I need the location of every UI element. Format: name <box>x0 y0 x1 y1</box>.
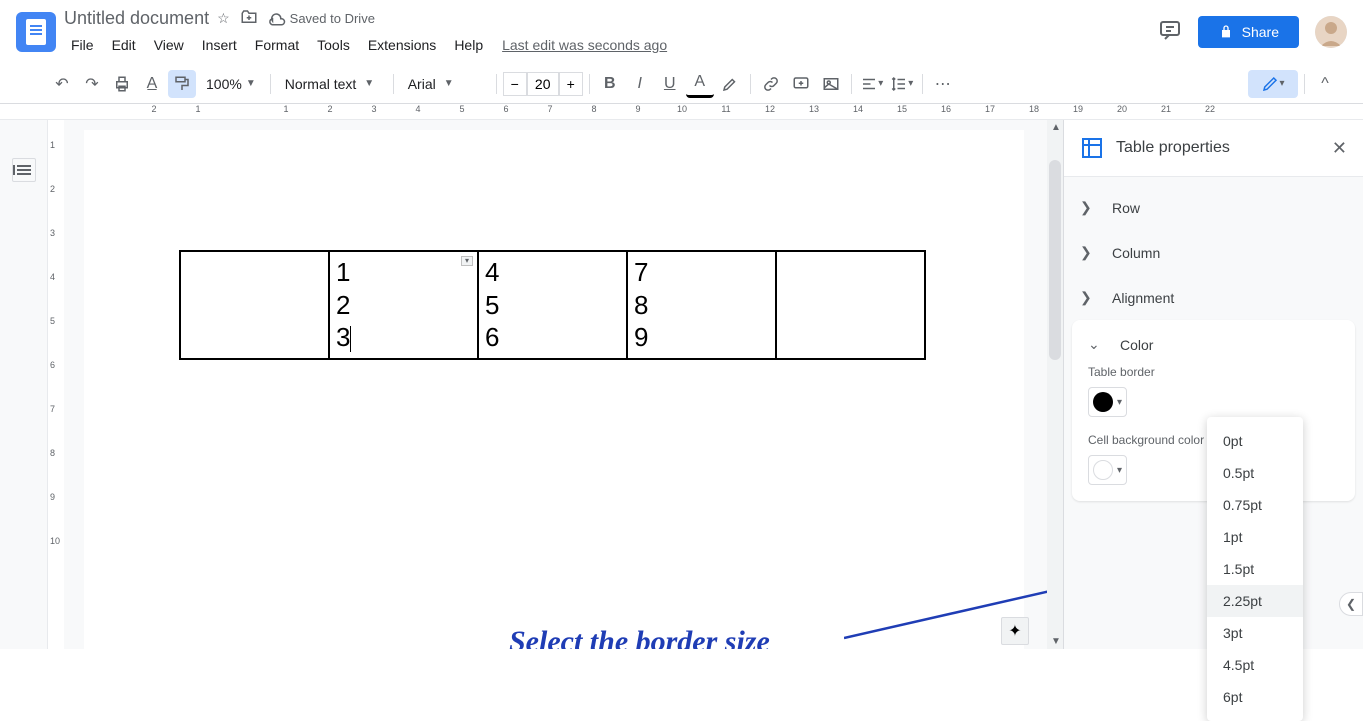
chevron-right-icon: ❯ <box>1080 289 1096 306</box>
section-column[interactable]: ❯Column <box>1064 230 1363 275</box>
text-color-button[interactable]: A <box>686 70 714 98</box>
redo-button[interactable]: ↷ <box>78 70 106 98</box>
vertical-ruler[interactable]: 12345678910 <box>48 120 64 649</box>
section-alignment[interactable]: ❯Alignment <box>1064 275 1363 320</box>
document-table[interactable]: ▾1 2 3 4 5 6 7 8 9 <box>179 250 926 360</box>
border-width-option[interactable]: 1.5pt <box>1207 553 1303 585</box>
table-cell[interactable]: ▾1 2 3 <box>329 251 478 359</box>
print-button[interactable] <box>108 70 136 98</box>
border-color-picker[interactable]: ▾ <box>1088 387 1127 417</box>
comments-icon[interactable] <box>1158 18 1182 47</box>
column-handle-icon[interactable]: ▾ <box>461 256 473 266</box>
section-color-header[interactable]: ⌄Color <box>1088 336 1339 365</box>
editing-mode-button[interactable]: ▾ <box>1248 70 1298 98</box>
table-properties-panel: Table properties ✕ ❯Row ❯Column ❯Alignme… <box>1063 120 1363 649</box>
menu-view[interactable]: View <box>147 33 191 57</box>
menu-help[interactable]: Help <box>447 33 490 57</box>
menu-insert[interactable]: Insert <box>195 33 244 57</box>
panel-title: Table properties <box>1116 139 1320 157</box>
app-header: Untitled document ☆ Saved to Drive File … <box>0 0 1363 64</box>
hide-menus-button[interactable]: ^ <box>1311 70 1339 98</box>
insert-link-button[interactable] <box>757 70 785 98</box>
scrollbar-thumb[interactable] <box>1049 160 1061 360</box>
italic-button[interactable]: I <box>626 70 654 98</box>
cell-bg-picker[interactable]: ▾ <box>1088 455 1127 485</box>
save-status: Saved to Drive <box>268 9 375 27</box>
font-size-increase[interactable]: + <box>559 72 583 96</box>
title-area: Untitled document ☆ Saved to Drive File … <box>64 8 1158 57</box>
outline-toggle[interactable] <box>12 158 36 182</box>
border-width-dropdown: 0pt0.5pt0.75pt1pt1.5pt2.25pt3pt4.5pt6pt <box>1207 417 1303 721</box>
table-cell[interactable] <box>180 251 329 359</box>
chevron-right-icon: ❯ <box>1080 199 1096 216</box>
document-title[interactable]: Untitled document <box>64 8 209 29</box>
close-panel-button[interactable]: ✕ <box>1332 138 1347 159</box>
table-cell[interactable]: 4 5 6 <box>478 251 627 359</box>
font-family-select[interactable]: Arial▼ <box>400 72 490 96</box>
chevron-down-icon: ⌄ <box>1088 336 1104 353</box>
section-row[interactable]: ❯Row <box>1064 185 1363 230</box>
menu-format[interactable]: Format <box>248 33 306 57</box>
bold-button[interactable]: B <box>596 70 624 98</box>
line-spacing-button[interactable]: ▾ <box>888 70 916 98</box>
highlight-button[interactable] <box>716 70 744 98</box>
spellcheck-button[interactable]: A̲ <box>138 70 166 98</box>
user-avatar[interactable] <box>1315 16 1347 48</box>
border-width-option[interactable]: 0.5pt <box>1207 457 1303 489</box>
align-button[interactable]: ▾ <box>858 70 886 98</box>
border-width-option[interactable]: 1pt <box>1207 521 1303 553</box>
insert-image-button[interactable] <box>817 70 845 98</box>
docs-logo[interactable] <box>16 12 56 52</box>
border-width-option[interactable]: 6pt <box>1207 681 1303 713</box>
zoom-select[interactable]: 100%▼ <box>198 72 264 96</box>
menubar: File Edit View Insert Format Tools Exten… <box>64 33 1158 57</box>
paint-format-button[interactable] <box>168 70 196 98</box>
table-border-label: Table border <box>1088 365 1339 379</box>
vertical-scrollbar[interactable]: ▲ ▼ <box>1047 120 1063 649</box>
border-width-option[interactable]: 4.5pt <box>1207 649 1303 681</box>
border-width-option[interactable]: 0.75pt <box>1207 489 1303 521</box>
share-button[interactable]: Share <box>1198 16 1299 48</box>
paragraph-style-select[interactable]: Normal text▼ <box>277 72 387 96</box>
left-gutter <box>0 120 48 649</box>
menu-extensions[interactable]: Extensions <box>361 33 443 57</box>
menu-edit[interactable]: Edit <box>105 33 143 57</box>
border-width-option[interactable]: 2.25pt <box>1207 585 1303 617</box>
table-icon <box>1080 136 1104 160</box>
font-size-input[interactable] <box>527 72 559 96</box>
table-cell[interactable]: 7 8 9 <box>627 251 776 359</box>
horizontal-ruler[interactable]: 2112345678910111213141516171819202122 <box>0 104 1363 120</box>
side-panel-toggle[interactable]: ❮ <box>1339 592 1363 616</box>
document-canvas[interactable]: ▾1 2 3 4 5 6 7 8 9 Select the border siz… <box>64 120 1047 649</box>
move-icon[interactable] <box>240 8 258 29</box>
star-icon[interactable]: ☆ <box>217 10 230 27</box>
last-edit-link[interactable]: Last edit was seconds ago <box>502 37 667 53</box>
annotation-text: Select the border size <box>509 625 770 649</box>
page: ▾1 2 3 4 5 6 7 8 9 Select the border siz… <box>84 130 1024 649</box>
undo-button[interactable]: ↶ <box>48 70 76 98</box>
font-size-decrease[interactable]: − <box>503 72 527 96</box>
toolbar: ↶ ↷ A̲ 100%▼ Normal text▼ Arial▼ − + B I… <box>0 64 1363 104</box>
chevron-right-icon: ❯ <box>1080 244 1096 261</box>
border-width-option[interactable]: 0pt <box>1207 425 1303 457</box>
underline-button[interactable]: U <box>656 70 684 98</box>
menu-tools[interactable]: Tools <box>310 33 357 57</box>
menu-file[interactable]: File <box>64 33 101 57</box>
add-comment-button[interactable] <box>787 70 815 98</box>
more-button[interactable]: ⋯ <box>929 70 957 98</box>
table-cell[interactable] <box>776 251 925 359</box>
border-width-option[interactable]: 3pt <box>1207 617 1303 649</box>
explore-button[interactable]: ✦ <box>1001 617 1029 645</box>
